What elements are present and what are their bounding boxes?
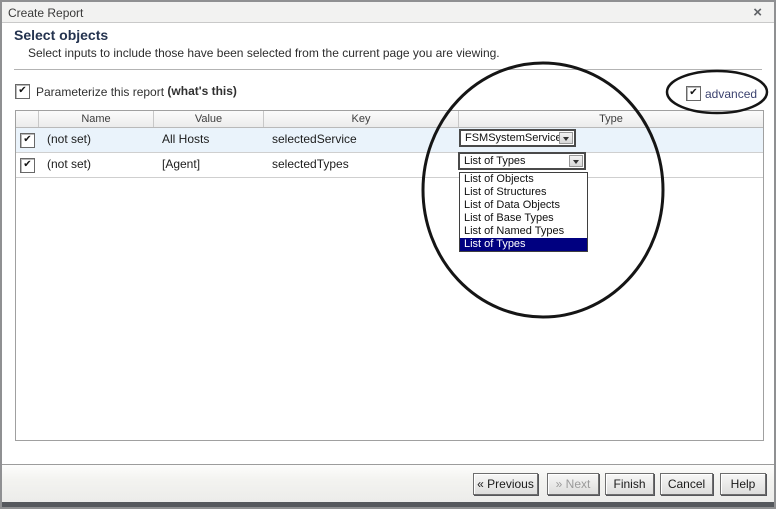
whats-this-link[interactable]: (what's this) xyxy=(167,84,237,98)
help-button[interactable]: Help xyxy=(720,473,766,495)
footer-bar xyxy=(2,465,774,502)
dropdown-arrow-icon[interactable] xyxy=(559,132,573,144)
parameterize-label: Parameterize this report xyxy=(36,84,165,99)
next-button: » Next xyxy=(547,473,599,495)
type-dropdown-types[interactable]: List of Types xyxy=(458,152,586,170)
page-subtitle: Select inputs to include those have been… xyxy=(28,46,500,60)
cell-key: selectedService xyxy=(272,132,357,146)
dropdown-option[interactable]: List of Named Types xyxy=(460,225,587,238)
dropdown-option[interactable]: List of Structures xyxy=(460,186,587,199)
header-cell-name: Name xyxy=(39,111,154,127)
parameterize-checkbox-row: ✔ Parameterize this report (what's this) xyxy=(15,84,237,100)
params-table: Name Value Key Type ✔ (not set) All Host… xyxy=(15,110,764,441)
row-checkbox[interactable]: ✔ xyxy=(20,132,35,148)
previous-button[interactable]: « Previous xyxy=(473,473,538,495)
table-header: Name Value Key Type xyxy=(16,111,763,128)
cell-key: selectedTypes xyxy=(272,157,349,171)
page-title: Select objects xyxy=(14,27,109,43)
close-icon[interactable]: × xyxy=(753,3,762,23)
header-divider xyxy=(14,69,762,70)
header-cell-type: Type xyxy=(599,113,623,125)
dropdown-option-selected[interactable]: List of Types xyxy=(460,238,587,251)
header-cell-value: Value xyxy=(154,111,264,127)
type-dropdown-value: List of Types xyxy=(464,155,526,167)
cell-value: All Hosts xyxy=(162,132,210,146)
advanced-checkbox-row: ✔ advanced xyxy=(686,86,758,102)
header-cell-checkbox xyxy=(16,111,39,127)
table-row[interactable]: ✔ (not set) [Agent] selectedTypes xyxy=(16,153,763,178)
dialog-title: Create Report xyxy=(8,6,84,20)
cancel-button[interactable]: Cancel xyxy=(660,473,713,495)
type-dropdown-service[interactable]: FSMSystemService xyxy=(459,129,576,147)
cell-name: (not set) xyxy=(47,132,92,146)
cell-name: (not set) xyxy=(47,157,92,171)
dropdown-option[interactable]: List of Data Objects xyxy=(460,199,587,212)
advanced-checkbox[interactable]: ✔ xyxy=(686,86,701,102)
dropdown-arrow-icon[interactable] xyxy=(569,155,583,167)
dropdown-list: List of Objects List of Structures List … xyxy=(459,172,588,252)
dialog-titlebar: Create Report × xyxy=(2,2,774,23)
type-dropdown-value: FSMSystemService xyxy=(465,132,562,144)
header-cell-key: Key xyxy=(264,111,459,127)
dropdown-option[interactable]: List of Base Types xyxy=(460,212,587,225)
bottom-bar xyxy=(2,502,774,507)
dropdown-option[interactable]: List of Objects xyxy=(460,173,587,186)
finish-button[interactable]: Finish xyxy=(605,473,654,495)
row-checkbox[interactable]: ✔ xyxy=(20,157,35,173)
table-row[interactable]: ✔ (not set) All Hosts selectedService xyxy=(16,128,763,153)
create-report-dialog: Create Report × Select objects Select in… xyxy=(0,0,776,509)
parameterize-checkbox[interactable]: ✔ xyxy=(15,84,30,100)
cell-value: [Agent] xyxy=(162,157,201,171)
advanced-label: advanced xyxy=(705,86,758,101)
